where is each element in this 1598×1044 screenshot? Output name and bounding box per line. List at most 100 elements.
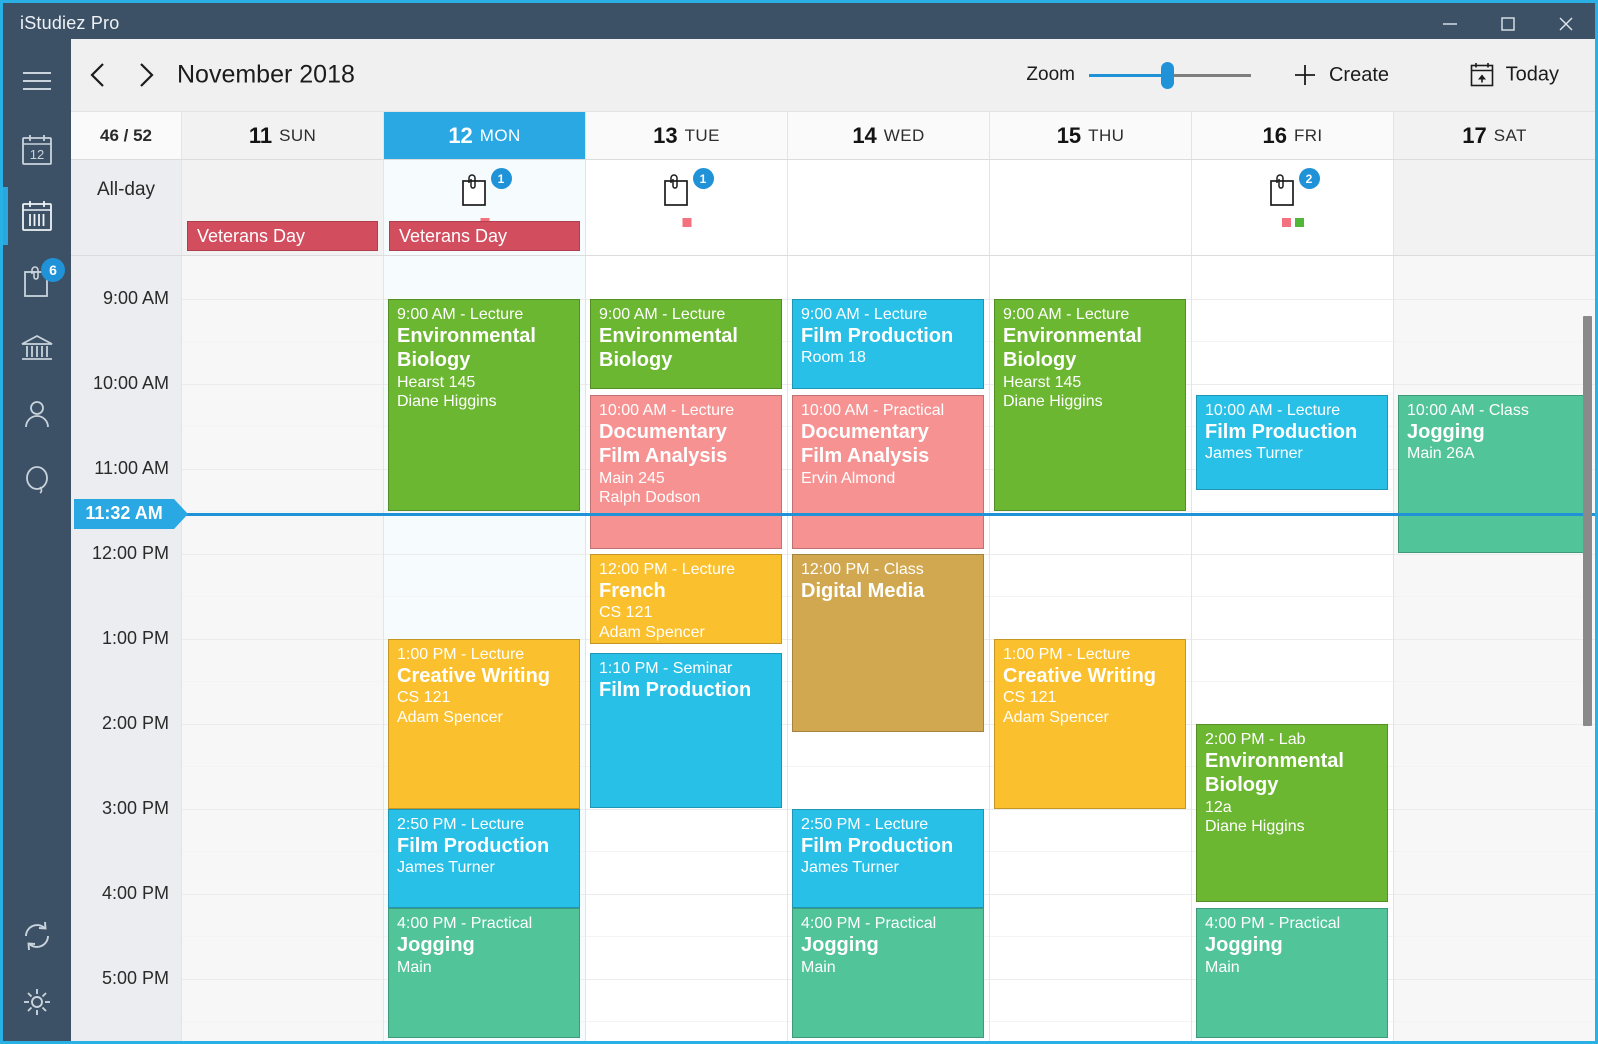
day-column-sun[interactable] — [181, 256, 383, 1041]
all-day-cell-thu[interactable] — [989, 160, 1191, 255]
day-header-fri[interactable]: 16 FRI — [1191, 112, 1393, 159]
calendar-event[interactable]: 4:00 PM - Practical Jogging Main — [792, 907, 984, 1038]
day-column-fri[interactable]: 10:00 AM - Lecture Film Production James T… — [1191, 256, 1393, 1041]
assignments-badge: 6 — [41, 258, 65, 282]
calendar-event[interactable]: 10:00 AM - Lecture Documentary Film Analy… — [590, 394, 782, 550]
day-of-week: THU — [1088, 125, 1125, 145]
sidebar-item-assignments[interactable]: 6 — [3, 249, 71, 315]
task-indicator[interactable]: 2 — [1264, 168, 1322, 227]
calendar-event[interactable]: 2:00 PM - Lab Environmental Biology 12a Dia… — [1196, 723, 1388, 902]
event-time: 9:00 AM - Lecture — [801, 305, 928, 323]
event-detail: Diane Higgins — [1003, 393, 1103, 411]
calendar-event[interactable]: 4:00 PM - Practical Jogging Main — [1196, 907, 1388, 1038]
day-header-mon[interactable]: 12 MON — [383, 112, 585, 159]
create-button[interactable]: Create — [1284, 56, 1397, 94]
day-column-wed[interactable]: 9:00 AM - Lecture Film Production Room 18 1… — [787, 256, 989, 1041]
hour-gridline — [1394, 553, 1595, 555]
calendar-content: November 2018 Zoom Create Today 46 / 52 … — [71, 39, 1595, 1041]
task-count-badge: 1 — [490, 168, 512, 189]
all-day-cell-sat[interactable] — [1393, 160, 1595, 255]
hour-gridline — [586, 893, 787, 895]
event-detail: James Turner — [397, 859, 495, 877]
hour-gridline — [182, 723, 383, 725]
time-gutter: 9:00 AM 10:00 AM 11:00 AM 12:00 PM 1:00 PM 2:… — [71, 256, 181, 1041]
all-day-cell-fri[interactable]: 2 — [1191, 160, 1393, 255]
hour-label: 2:00 PM — [101, 712, 169, 733]
sidebar-bottom-group — [3, 903, 71, 1035]
calendar-event[interactable]: 2:50 PM - Lecture Film Production James Tu… — [792, 808, 984, 908]
previous-period-button[interactable] — [79, 55, 119, 95]
task-count-badge: 1 — [692, 168, 714, 189]
half-hour-gridline — [1394, 596, 1595, 597]
all-day-cell-wed[interactable] — [787, 160, 989, 255]
day-number: 13 — [653, 122, 678, 148]
sidebar-item-sync[interactable] — [3, 903, 71, 969]
sidebar-item-week-view[interactable] — [3, 183, 71, 249]
calendar-event[interactable]: 4:00 PM - Practical Jogging Main — [388, 907, 580, 1038]
vertical-scrollbar-thumb[interactable] — [1583, 316, 1592, 726]
task-indicator[interactable]: 1 — [456, 168, 514, 227]
event-time: 1:00 PM - Lecture — [397, 645, 525, 663]
calendar-event[interactable]: 10:00 AM - Lecture Film Production James T… — [1196, 394, 1388, 490]
calendar-event[interactable]: 1:10 PM - Seminar Film Production — [590, 652, 782, 809]
sidebar-item-instructors[interactable] — [3, 381, 71, 447]
event-title: Film Production — [1205, 421, 1358, 444]
next-period-button[interactable] — [125, 55, 165, 95]
day-column-mon[interactable]: 9:00 AM - Lecture Environmental Biology He… — [383, 256, 585, 1041]
day-column-thu[interactable]: 9:00 AM - Lecture Environmental Biology He… — [989, 256, 1191, 1041]
calendar-event[interactable]: 2:50 PM - Lecture Film Production James Tu… — [388, 808, 580, 908]
today-button[interactable]: Today — [1461, 56, 1567, 95]
event-title: Documentary Film Analysis — [801, 421, 930, 468]
day-column-sat[interactable]: 10:00 AM - Class Jogging Main 26A — [1393, 256, 1595, 1041]
sidebar-item-day-view[interactable]: 12 — [3, 117, 71, 183]
event-title: Environmental Biology — [1003, 325, 1142, 372]
hour-gridline — [1394, 638, 1595, 640]
calendar-event[interactable]: 10:00 AM - Class Jogging Main 26A — [1398, 394, 1590, 554]
hour-gridline — [1192, 638, 1393, 640]
calendar-scroll-body[interactable]: 9:00 AM - Lecture Environmental Biology He… — [71, 256, 1595, 1041]
hour-gridline — [182, 383, 383, 385]
zoom-slider[interactable] — [1089, 62, 1251, 89]
day-header-wed[interactable]: 14 WED — [787, 112, 989, 159]
day-column-tue[interactable]: 9:00 AM - Lecture Environmental Biology 10… — [585, 256, 787, 1041]
day-header-tue[interactable]: 13 TUE — [585, 112, 787, 159]
holiday-event[interactable]: Veterans Day — [187, 221, 378, 251]
all-day-cell-tue[interactable]: 1 — [585, 160, 787, 255]
calendar-event[interactable]: 9:00 AM - Lecture Film Production Room 18 — [792, 298, 984, 390]
calendar-event[interactable]: 9:00 AM - Lecture Environmental Biology He… — [388, 298, 580, 511]
calendar-event[interactable]: 12:00 PM - Class Digital Media — [792, 553, 984, 732]
event-detail: Room 18 — [801, 349, 866, 367]
calendar-event[interactable]: 12:00 PM - Lecture French CS 121 Adam Spenc… — [590, 553, 782, 645]
calendar-event[interactable]: 1:00 PM - Lecture Creative Writing CS 121 A… — [994, 638, 1186, 809]
current-time-line — [181, 512, 1595, 516]
day-of-week: WED — [883, 125, 925, 145]
event-detail: Adam Spencer — [599, 623, 705, 641]
day-number: 12 — [448, 122, 473, 148]
sidebar-item-courses[interactable] — [3, 315, 71, 381]
zoom-track-filled — [1089, 74, 1167, 77]
all-day-cell-sun[interactable]: Veterans Day — [181, 160, 383, 255]
all-day-cell-mon[interactable]: 1 Veterans Day — [383, 160, 585, 255]
day-header-sun[interactable]: 11 SUN — [181, 112, 383, 159]
day-number: 11 — [248, 122, 273, 148]
calendar-event[interactable]: 9:00 AM - Lecture Environmental Biology — [590, 298, 782, 390]
event-detail: Main 245 — [599, 469, 665, 487]
calendar-event[interactable]: 9:00 AM - Lecture Environmental Biology He… — [994, 298, 1186, 511]
half-hour-gridline — [1192, 341, 1393, 342]
task-indicator[interactable]: 1 — [658, 168, 716, 227]
hamburger-menu-button[interactable] — [3, 45, 71, 117]
sidebar-item-grades[interactable] — [3, 447, 71, 513]
calendar-event[interactable]: 1:00 PM - Lecture Creative Writing CS 121 A… — [388, 638, 580, 809]
event-detail: Ralph Dodson — [599, 489, 701, 507]
calendar-event[interactable]: 10:00 AM - Practical Documentary Film Ana… — [792, 394, 984, 550]
day-number: 17 — [1462, 122, 1487, 148]
holiday-event[interactable]: Veterans Day — [389, 221, 580, 251]
hour-gridline — [990, 893, 1191, 895]
zoom-slider-thumb[interactable] — [1160, 62, 1174, 89]
event-time: 4:00 PM - Practical — [1205, 914, 1341, 932]
half-hour-gridline — [1394, 936, 1595, 937]
event-title: Film Production — [801, 835, 954, 858]
day-header-thu[interactable]: 15 THU — [989, 112, 1191, 159]
day-header-sat[interactable]: 17 SAT — [1393, 112, 1595, 159]
sidebar-item-settings[interactable] — [3, 969, 71, 1035]
